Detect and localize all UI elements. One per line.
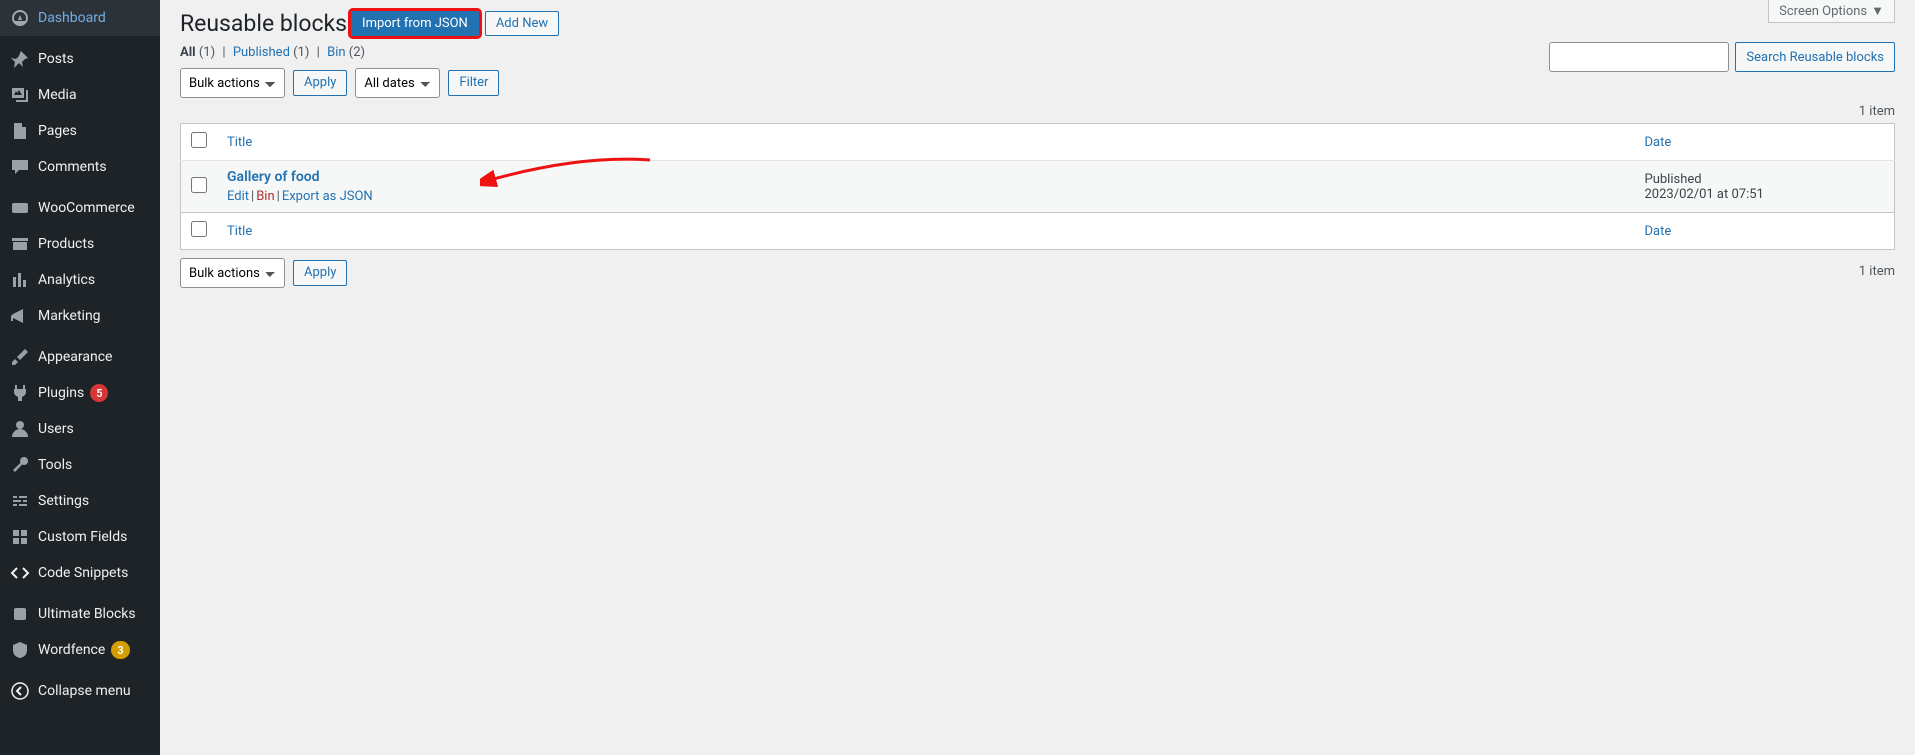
row-title-link[interactable]: Gallery of food bbox=[227, 169, 320, 185]
bulk-actions-select[interactable]: Bulk actions bbox=[180, 68, 285, 98]
main-content: Screen Options▼ Reusable blocks Import f… bbox=[160, 0, 1915, 755]
sidebar-item-label: Analytics bbox=[38, 272, 95, 288]
sidebar-item-label: Dashboard bbox=[38, 10, 106, 26]
dashboard-icon bbox=[10, 8, 30, 28]
alert-badge: 3 bbox=[111, 641, 129, 659]
row-action-bin[interactable]: Bin bbox=[256, 189, 274, 204]
sidebar-item-pages[interactable]: Pages bbox=[0, 113, 160, 149]
search-input[interactable] bbox=[1549, 42, 1729, 72]
sidebar-item-plugins[interactable]: Plugins 5 bbox=[0, 375, 160, 411]
sidebar-item-label: Wordfence bbox=[38, 642, 105, 658]
add-new-button[interactable]: Add New bbox=[485, 11, 559, 36]
sidebar-item-tools[interactable]: Tools bbox=[0, 447, 160, 483]
code-icon bbox=[10, 563, 30, 583]
row-status: Published bbox=[1645, 172, 1885, 187]
sidebar-item-posts[interactable]: Posts bbox=[0, 41, 160, 77]
th-title-footer[interactable]: Title bbox=[227, 224, 252, 239]
update-badge: 5 bbox=[90, 384, 108, 402]
caret-down-icon: ▼ bbox=[1871, 3, 1884, 19]
woo-icon bbox=[10, 198, 30, 218]
comment-icon bbox=[10, 157, 30, 177]
bulk-actions-select-bottom[interactable]: Bulk actions bbox=[180, 258, 285, 288]
date-filter-select[interactable]: All dates bbox=[355, 68, 440, 98]
sidebar-item-marketing[interactable]: Marketing bbox=[0, 298, 160, 334]
sidebar-item-label: Media bbox=[38, 87, 77, 103]
sidebar-item-custom-fields[interactable]: Custom Fields bbox=[0, 519, 160, 555]
sidebar-item-ultimate-blocks[interactable]: Ultimate Blocks bbox=[0, 596, 160, 632]
sidebar-item-woocommerce[interactable]: WooCommerce bbox=[0, 190, 160, 226]
row-date: 2023/02/01 at 07:51 bbox=[1645, 187, 1885, 202]
select-all-checkbox[interactable] bbox=[191, 132, 207, 148]
blocks-icon bbox=[10, 604, 30, 624]
sidebar-item-label: Collapse menu bbox=[38, 683, 131, 699]
screen-options-button[interactable]: Screen Options▼ bbox=[1768, 0, 1895, 23]
wrench-icon bbox=[10, 455, 30, 475]
archive-icon bbox=[10, 234, 30, 254]
plug-icon bbox=[10, 383, 30, 403]
megaphone-icon bbox=[10, 306, 30, 326]
page-title: Reusable blocks bbox=[180, 10, 347, 37]
page-icon bbox=[10, 121, 30, 141]
sidebar-item-appearance[interactable]: Appearance bbox=[0, 339, 160, 375]
sidebar-item-label: Code Snippets bbox=[38, 565, 128, 581]
sidebar-item-dashboard[interactable]: Dashboard bbox=[0, 0, 160, 36]
blocks-table: Title Date Gallery of food Edit|Bin|Expo… bbox=[180, 123, 1895, 250]
th-date-footer[interactable]: Date bbox=[1645, 224, 1672, 239]
sliders-icon bbox=[10, 491, 30, 511]
sidebar-item-products[interactable]: Products bbox=[0, 226, 160, 262]
row-action-edit[interactable]: Edit bbox=[227, 189, 249, 204]
sidebar-item-settings[interactable]: Settings bbox=[0, 483, 160, 519]
shield-icon bbox=[10, 640, 30, 660]
sidebar-item-code-snippets[interactable]: Code Snippets bbox=[0, 555, 160, 591]
sidebar-item-users[interactable]: Users bbox=[0, 411, 160, 447]
sidebar-item-label: Comments bbox=[38, 159, 107, 175]
filter-published-link[interactable]: Published bbox=[233, 45, 290, 60]
select-all-checkbox-footer[interactable] bbox=[191, 221, 207, 237]
sidebar-item-label: Plugins bbox=[38, 385, 84, 401]
sidebar-item-label: Settings bbox=[38, 493, 89, 509]
pin-icon bbox=[10, 49, 30, 69]
apply-button[interactable]: Apply bbox=[293, 70, 347, 96]
row-actions: Edit|Bin|Export as JSON bbox=[227, 189, 1625, 204]
filter-bin-link[interactable]: Bin bbox=[327, 45, 345, 60]
filter-button[interactable]: Filter bbox=[448, 70, 499, 96]
admin-sidebar: Dashboard Posts Media Pages Comments Woo… bbox=[0, 0, 160, 755]
sidebar-item-label: Users bbox=[38, 421, 74, 437]
brush-icon bbox=[10, 347, 30, 367]
sidebar-item-wordfence[interactable]: Wordfence 3 bbox=[0, 632, 160, 668]
table-row: Gallery of food Edit|Bin|Export as JSON … bbox=[181, 161, 1895, 213]
sidebar-item-label: Products bbox=[38, 236, 94, 252]
sidebar-item-label: Custom Fields bbox=[38, 529, 127, 545]
sidebar-item-label: WooCommerce bbox=[38, 200, 135, 216]
sidebar-item-comments[interactable]: Comments bbox=[0, 149, 160, 185]
row-checkbox[interactable] bbox=[191, 177, 207, 193]
row-action-export[interactable]: Export as JSON bbox=[282, 189, 373, 204]
sidebar-item-label: Tools bbox=[38, 457, 72, 473]
grid-icon bbox=[10, 527, 30, 547]
sidebar-item-label: Marketing bbox=[38, 308, 101, 324]
sidebar-item-label: Pages bbox=[38, 123, 77, 139]
sidebar-item-media[interactable]: Media bbox=[0, 77, 160, 113]
sidebar-item-label: Posts bbox=[38, 51, 74, 67]
apply-button-bottom[interactable]: Apply bbox=[293, 260, 347, 286]
item-count-top: 1 item bbox=[180, 104, 1895, 119]
search-button[interactable]: Search Reusable blocks bbox=[1735, 42, 1895, 72]
sidebar-item-analytics[interactable]: Analytics bbox=[0, 262, 160, 298]
sidebar-item-label: Appearance bbox=[38, 349, 112, 365]
import-json-button[interactable]: Import from JSON bbox=[351, 11, 479, 36]
users-icon bbox=[10, 419, 30, 439]
media-icon bbox=[10, 85, 30, 105]
th-date[interactable]: Date bbox=[1645, 135, 1672, 150]
chart-icon bbox=[10, 270, 30, 290]
sidebar-item-collapse[interactable]: Collapse menu bbox=[0, 673, 160, 709]
sidebar-item-label: Ultimate Blocks bbox=[38, 606, 136, 622]
th-title[interactable]: Title bbox=[227, 135, 252, 150]
collapse-icon bbox=[10, 681, 30, 701]
item-count-bottom: 1 item bbox=[180, 264, 1895, 279]
